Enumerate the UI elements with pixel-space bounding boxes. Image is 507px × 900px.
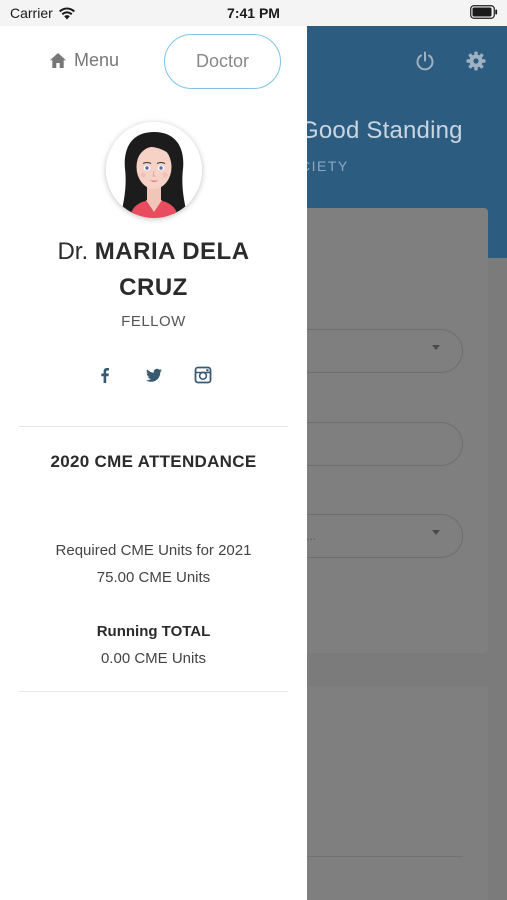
divider: [19, 426, 288, 427]
instagram-icon[interactable]: [194, 366, 212, 384]
avatar: [106, 122, 202, 218]
menu-label: Menu: [74, 50, 120, 70]
standing-title: Good Standing: [300, 117, 463, 144]
standing-subtitle: CIETY: [300, 158, 349, 174]
caret-down-icon: [432, 530, 440, 535]
doctor-name-first: MARIA DELA: [94, 238, 250, 265]
running-total-value: 0.00 CME Units: [100, 650, 207, 667]
running-total-label: Running TOTAL: [96, 623, 211, 640]
menu-tab[interactable]: Menu: [49, 50, 119, 71]
twitter-icon[interactable]: [145, 366, 163, 384]
background-divider: [290, 856, 463, 857]
required-units-value: 75.00 CME Units: [96, 569, 211, 586]
caret-down-icon: [432, 345, 440, 350]
status-bar: Carrier 7:41 PM: [0, 0, 507, 26]
background-card-2: [290, 686, 488, 900]
divider: [19, 691, 288, 692]
doctor-prefix: Dr.: [57, 238, 89, 265]
battery-icon: [470, 5, 498, 19]
doctor-tab[interactable]: Doctor: [164, 34, 281, 89]
cme-attendance-heading: 2020 CME ATTENDANCE: [50, 452, 257, 471]
side-drawer: Menu Doctor Dr. MARIA DELA CRUZ FELLOW 2…: [0, 26, 307, 900]
doctor-rank: FELLOW: [121, 313, 186, 330]
doctor-name: Dr. MARIA DELA CRUZ: [0, 234, 307, 306]
power-icon[interactable]: [414, 50, 436, 72]
status-time: 7:41 PM: [227, 5, 280, 21]
doctor-name-last: CRUZ: [119, 274, 188, 301]
gear-icon[interactable]: [466, 51, 486, 71]
doctor-name-line-1: Dr. MARIA DELA: [0, 234, 307, 270]
social-links: [96, 366, 212, 384]
required-units-label: Required CME Units for 2021: [55, 542, 252, 559]
avatar-illustration: [106, 122, 202, 218]
home-icon: [50, 53, 66, 68]
facebook-icon[interactable]: [96, 366, 114, 384]
dropdown-placeholder: ...: [306, 529, 317, 543]
